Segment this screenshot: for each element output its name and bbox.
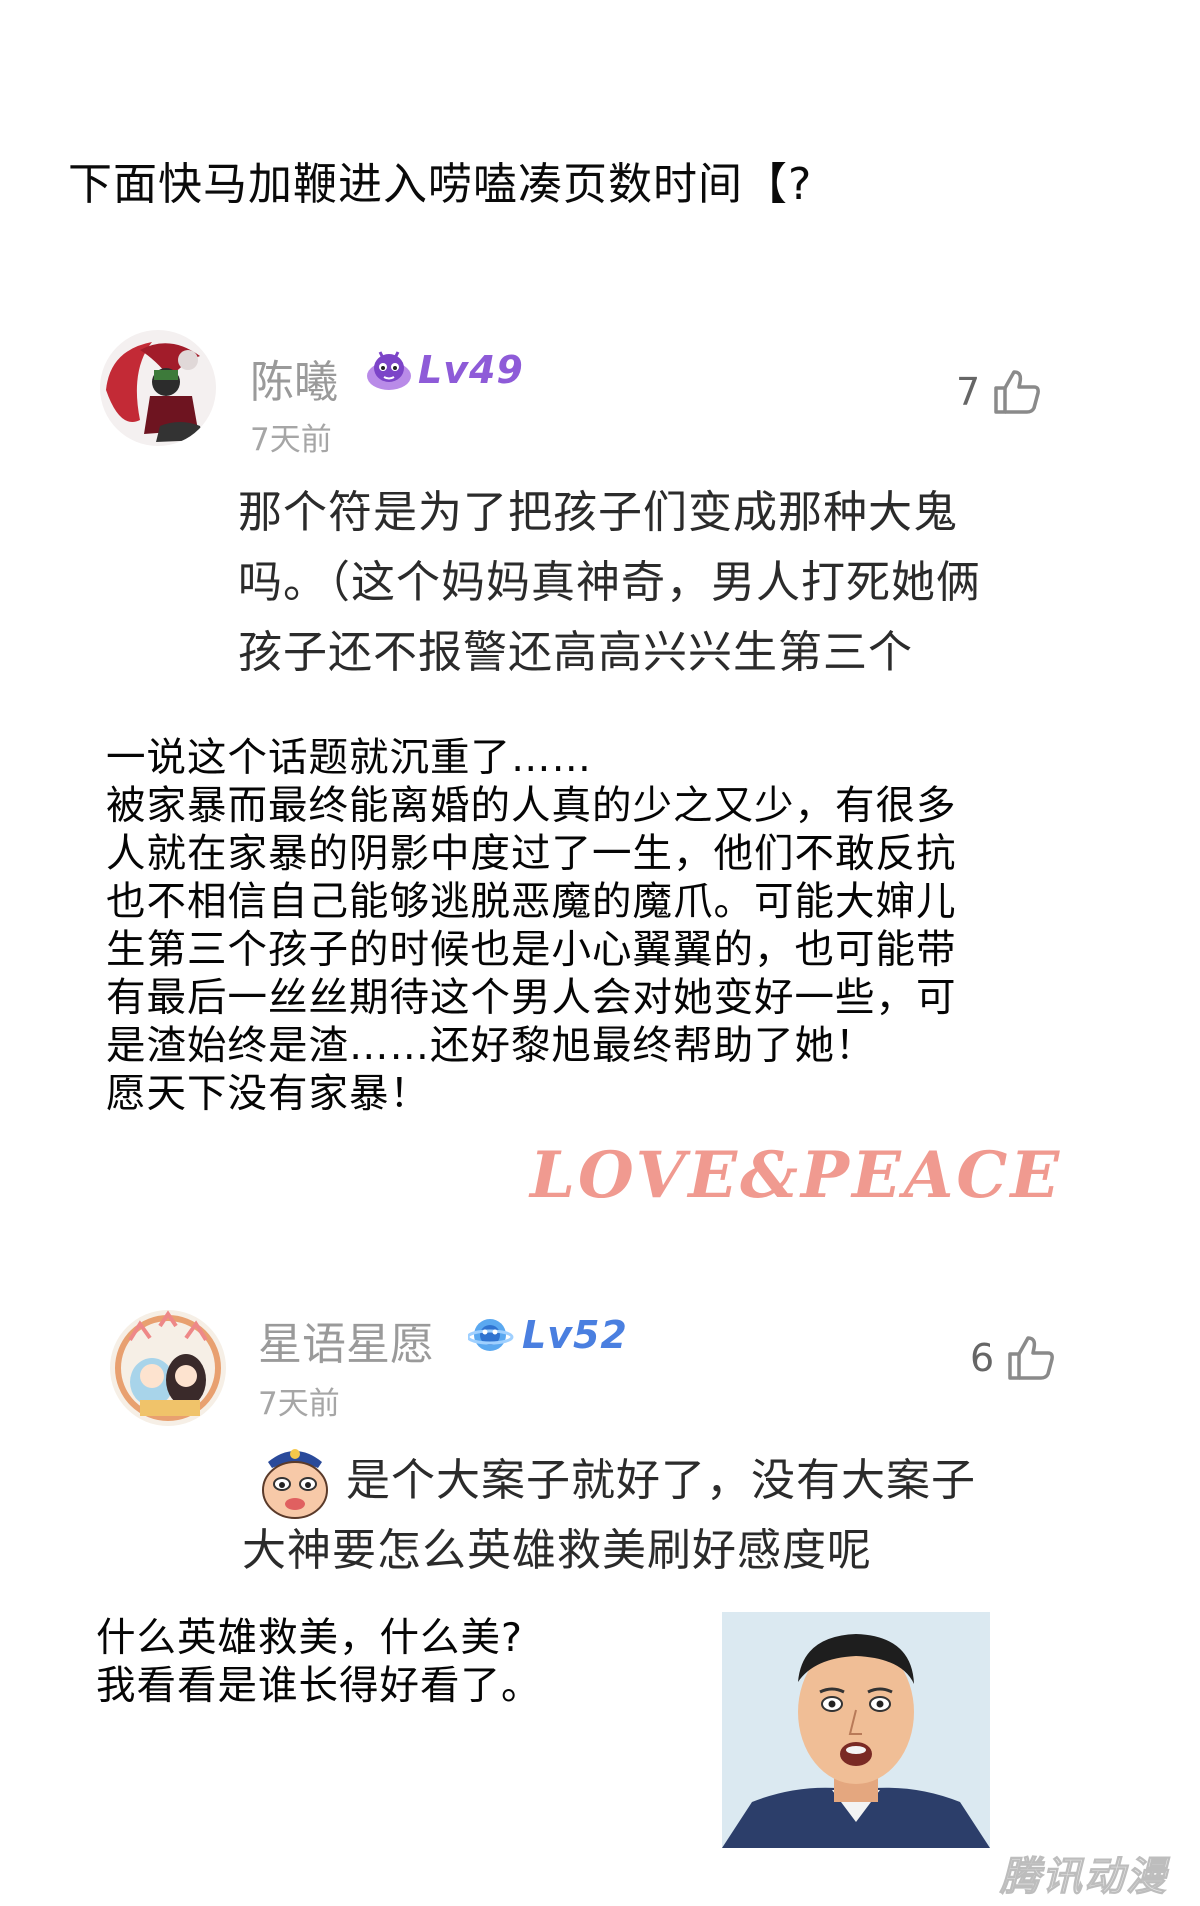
meme-image: [722, 1612, 990, 1848]
level-badge: Lv52: [468, 1312, 628, 1358]
reply-line: 我看看是谁长得好看了。: [96, 1663, 542, 1709]
level-creature-icon: [367, 351, 411, 390]
reply-line: 人就在家暴的阴影中度过了一生，他们不敢反抗: [106, 831, 957, 877]
avatar[interactable]: [110, 1310, 226, 1426]
reply-line: 一说这个话题就沉重了……: [106, 735, 592, 781]
reply-line: 愿天下没有家暴！: [106, 1071, 430, 1117]
author-reply: 什么英雄救美，什么美? 我看看是谁长得好看了。: [96, 1614, 542, 1710]
comment-line: 那个符是为了把孩子们变成那种大鬼: [238, 487, 958, 538]
like-count: 7: [956, 370, 981, 414]
comment-text: 那个符是为了把孩子们变成那种大鬼 吗。（这个妈妈真神奇，男人打死她俩 孩子还不报…: [238, 478, 981, 688]
level-planet-icon: [468, 1319, 514, 1351]
comment-line: 孩子还不报警还高高兴兴生第三个: [238, 627, 913, 678]
thumbs-up-icon: [994, 370, 1041, 414]
reply-line: 是渣始终是渣……还好黎旭最终帮助了她！: [106, 1023, 876, 1069]
watermark-logo: 腾讯动漫: [1000, 1854, 1168, 1901]
comment-line: 是个大案子就好了，没有大案子: [346, 1455, 976, 1506]
comment-line: 吗。（这个妈妈真神奇，男人打死她俩: [238, 557, 981, 608]
reply-line: 被家暴而最终能离婚的人真的少之又少，有很多: [106, 783, 957, 829]
level-text: Lv49: [418, 348, 524, 392]
reply-line: 有最后一丝丝期待这个男人会对她变好一些，可: [106, 975, 957, 1021]
author-reply: 一说这个话题就沉重了…… 被家暴而最终能离婚的人真的少之又少，有很多 人就在家暴…: [106, 734, 957, 1118]
comment-text: 是个大案子就好了，没有大案子 大神要怎么英雄救美刷好感度呢: [242, 1446, 976, 1586]
level-text: Lv52: [522, 1313, 628, 1357]
signature: LOVE&PEACE: [530, 1138, 1063, 1213]
username[interactable]: 陈曦: [250, 346, 338, 410]
thumbs-up-icon: [1008, 1336, 1055, 1380]
username[interactable]: 星语星愿: [258, 1308, 434, 1372]
reply-line: 生第三个孩子的时候也是小心翼翼的，也可能带: [106, 927, 957, 973]
reply-line: 也不相信自己能够逃脱恶魔的魔爪。可能大婶儿: [106, 879, 957, 925]
comment-line: 大神要怎么英雄救美刷好感度呢: [242, 1525, 872, 1576]
intro-text: 下面快马加鞭进入唠嗑凑页数时间【?: [68, 159, 813, 210]
reply-line: 什么英雄救美，什么美?: [96, 1615, 523, 1661]
avatar[interactable]: [100, 330, 216, 446]
timestamp: 7天前: [250, 422, 332, 458]
timestamp: 7天前: [258, 1386, 340, 1422]
like-count: 6: [970, 1336, 995, 1380]
like-button[interactable]: 6: [970, 1334, 1056, 1382]
level-badge: Lv49: [364, 347, 524, 393]
like-button[interactable]: 7: [956, 368, 1042, 416]
